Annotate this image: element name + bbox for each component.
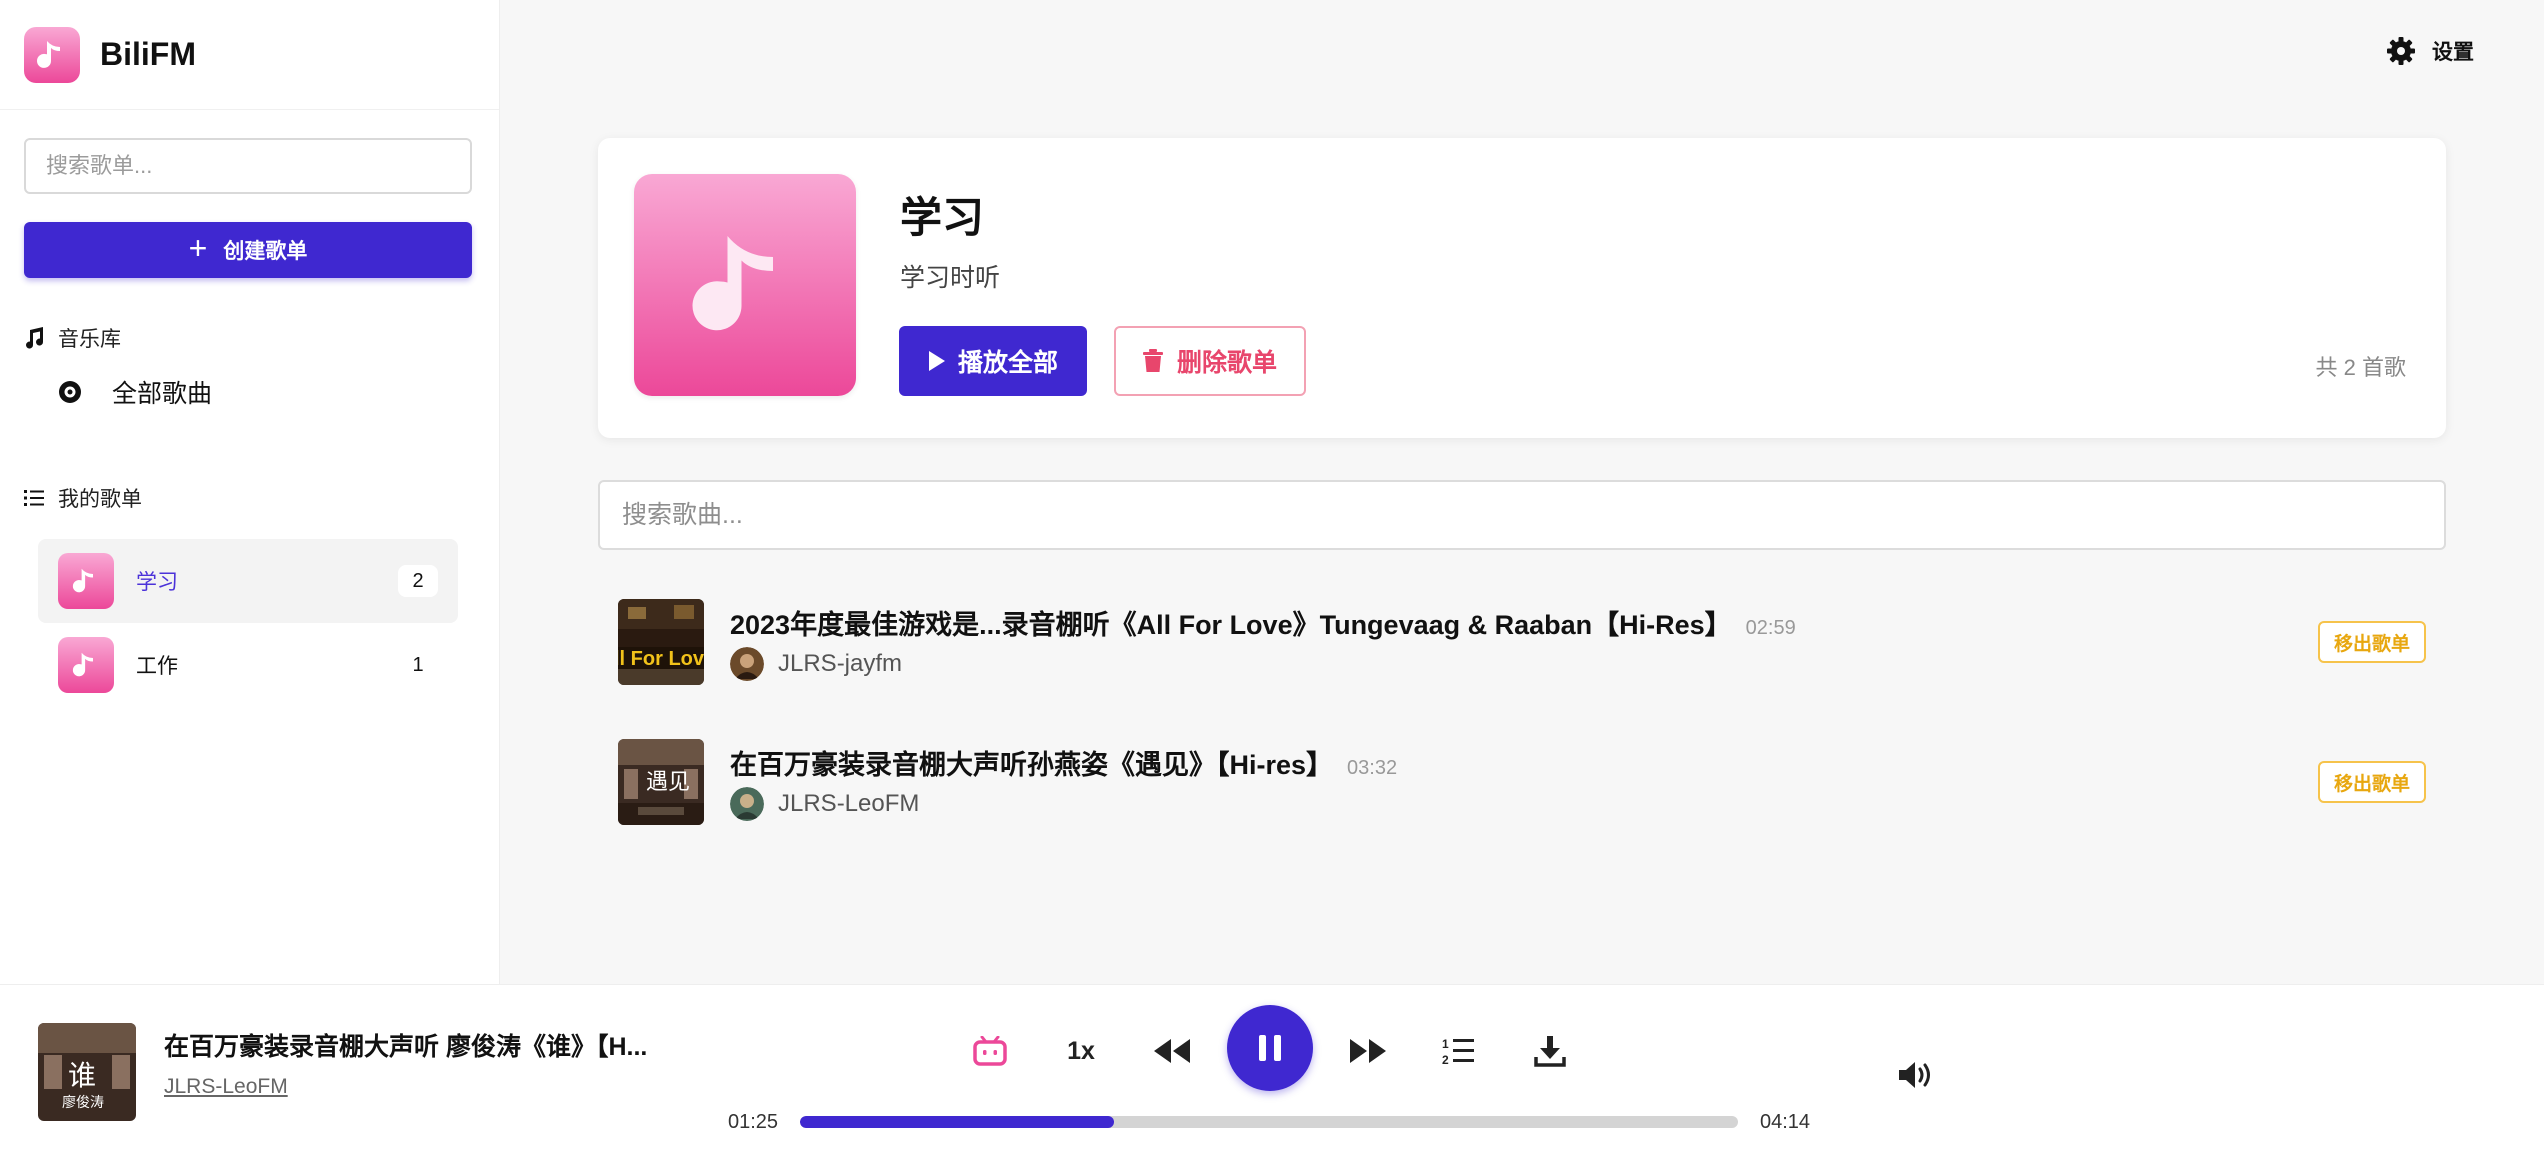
bilibili-icon (973, 1036, 1007, 1066)
app-logo-icon (24, 26, 80, 83)
song-title-text: 在百万豪装录音棚大声听孙燕姿《遇见》【Hi-res】 (730, 750, 1334, 780)
download-button[interactable] (1528, 1029, 1572, 1073)
playlist-name: 工作 (136, 655, 178, 678)
create-playlist-button[interactable]: + 创建歌单 (24, 222, 472, 278)
library-item-all-songs[interactable]: 全部歌曲 (58, 374, 212, 410)
now-playing-cover: 谁 廖俊涛 (38, 1023, 136, 1121)
song-duration: 02:59 (1745, 617, 1796, 639)
playlist-search-input[interactable] (24, 138, 472, 194)
sidebar-item-playlist[interactable]: 工作 1 (38, 623, 458, 707)
avatar (730, 787, 764, 821)
pause-button[interactable] (1227, 1005, 1313, 1091)
svg-text:ll For Lov: ll For Lov (618, 648, 704, 670)
library-item-label: 全部歌曲 (112, 380, 213, 408)
song-row[interactable]: ll For Lov 2023年度最佳游戏是...录音棚听《All For Lo… (618, 599, 2426, 685)
playlist-description: 学习时听 (900, 264, 1001, 292)
playlist-count-badge: 2 (398, 565, 438, 597)
player-bar: 谁 廖俊涛 在百万豪装录音棚大声听 廖俊涛《谁》【H... JLRS-LeoFM… (0, 984, 2544, 1156)
queue-button[interactable]: 12 (1436, 1029, 1480, 1073)
song-title: 2023年度最佳游戏是...录音棚听《All For Love》Tungevaa… (730, 603, 1796, 642)
trash-icon (1142, 349, 1163, 372)
song-row[interactable]: 遇见 在百万豪装录音棚大声听孙燕姿《遇见》【Hi-res】 03:32 JLRS-… (618, 739, 2426, 825)
delete-playlist-label: 删除歌单 (1176, 349, 1277, 377)
song-artist-name: JLRS-jayfm (778, 650, 903, 677)
song-total-count: 共 2 首歌 (2315, 355, 2406, 380)
rewind-button[interactable] (1150, 1029, 1194, 1073)
pause-icon (1259, 1035, 1281, 1061)
playlist-name: 学习 (136, 571, 178, 594)
volume-icon (1899, 1062, 1930, 1088)
sidebar: BiliFM + 创建歌单 音乐库 全部歌曲 我的歌单 学习 2 工作 1 (0, 0, 500, 984)
svg-text:2: 2 (1442, 1053, 1449, 1066)
my-playlists-heading: 我的歌单 (24, 483, 142, 513)
song-search-input[interactable] (598, 480, 2446, 550)
playlist-thumb-icon (58, 553, 114, 609)
song-artist[interactable]: JLRS-LeoFM (730, 787, 919, 821)
download-icon (1534, 1036, 1566, 1067)
settings-button[interactable]: 设置 (2386, 36, 2474, 66)
current-time: 01:25 (728, 1111, 779, 1133)
playlist-icon: 12 (1442, 1037, 1474, 1066)
music-note-icon (26, 327, 44, 349)
remove-from-playlist-button[interactable]: 移出歌单 (2318, 761, 2426, 803)
song-duration: 03:32 (1347, 757, 1398, 779)
sidebar-item-playlist[interactable]: 学习 2 (38, 539, 458, 623)
volume-button[interactable] (1896, 1053, 1940, 1097)
play-icon (928, 351, 945, 371)
fast-forward-icon (1350, 1039, 1386, 1063)
rewind-icon (1154, 1039, 1190, 1063)
list-icon (24, 490, 44, 506)
song-title-text: 2023年度最佳游戏是...录音棚听《All For Love》Tungevaa… (730, 610, 1732, 640)
plus-icon: + (188, 229, 208, 266)
brand: BiliFM (0, 0, 499, 110)
playlist-cover-icon (634, 174, 856, 396)
playlist-thumb-icon (58, 637, 114, 693)
bilibili-button[interactable] (968, 1029, 1012, 1073)
total-time: 04:14 (1760, 1111, 1811, 1133)
svg-text:1: 1 (1442, 1037, 1449, 1051)
svg-text:廖俊涛: 廖俊涛 (62, 1094, 104, 1111)
playlist-title: 学习 (900, 194, 985, 241)
app-name: BiliFM (100, 36, 196, 72)
svg-text:谁: 谁 (68, 1059, 96, 1092)
song-artist-name: JLRS-LeoFM (778, 790, 920, 817)
create-playlist-label: 创建歌单 (223, 240, 308, 263)
song-thumbnail: ll For Lov (618, 599, 704, 685)
library-heading-label: 音乐库 (58, 328, 121, 351)
play-all-label: 播放全部 (957, 349, 1058, 377)
playlist-header-card: 学习 学习时听 播放全部 删除歌单 共 2 首歌 (598, 138, 2446, 438)
song-title: 在百万豪装录音棚大声听孙燕姿《遇见》【Hi-res】 03:32 (730, 743, 1397, 782)
now-playing-title: 在百万豪装录音棚大声听 廖俊涛《谁》【H... (164, 1033, 648, 1061)
progress-bar[interactable] (800, 1116, 1738, 1128)
delete-playlist-button[interactable]: 删除歌单 (1114, 326, 1306, 396)
remove-from-playlist-button[interactable]: 移出歌单 (2318, 621, 2426, 663)
disc-icon (59, 381, 81, 403)
playback-speed-button[interactable]: 1x (1060, 1029, 1102, 1073)
playlist-count-badge: 1 (398, 649, 438, 681)
my-playlists-heading-label: 我的歌单 (58, 488, 142, 511)
gear-icon (2387, 37, 2415, 65)
progress-fill (800, 1116, 1115, 1128)
settings-label: 设置 (2432, 41, 2474, 64)
play-all-button[interactable]: 播放全部 (899, 326, 1087, 396)
song-thumbnail: 遇见 (618, 739, 704, 825)
now-playing-artist-link[interactable]: JLRS-LeoFM (164, 1075, 288, 1099)
avatar (730, 647, 764, 681)
song-artist[interactable]: JLRS-jayfm (730, 647, 902, 681)
svg-text:遇见: 遇见 (646, 770, 690, 795)
fast-forward-button[interactable] (1346, 1029, 1390, 1073)
library-heading: 音乐库 (24, 323, 121, 353)
